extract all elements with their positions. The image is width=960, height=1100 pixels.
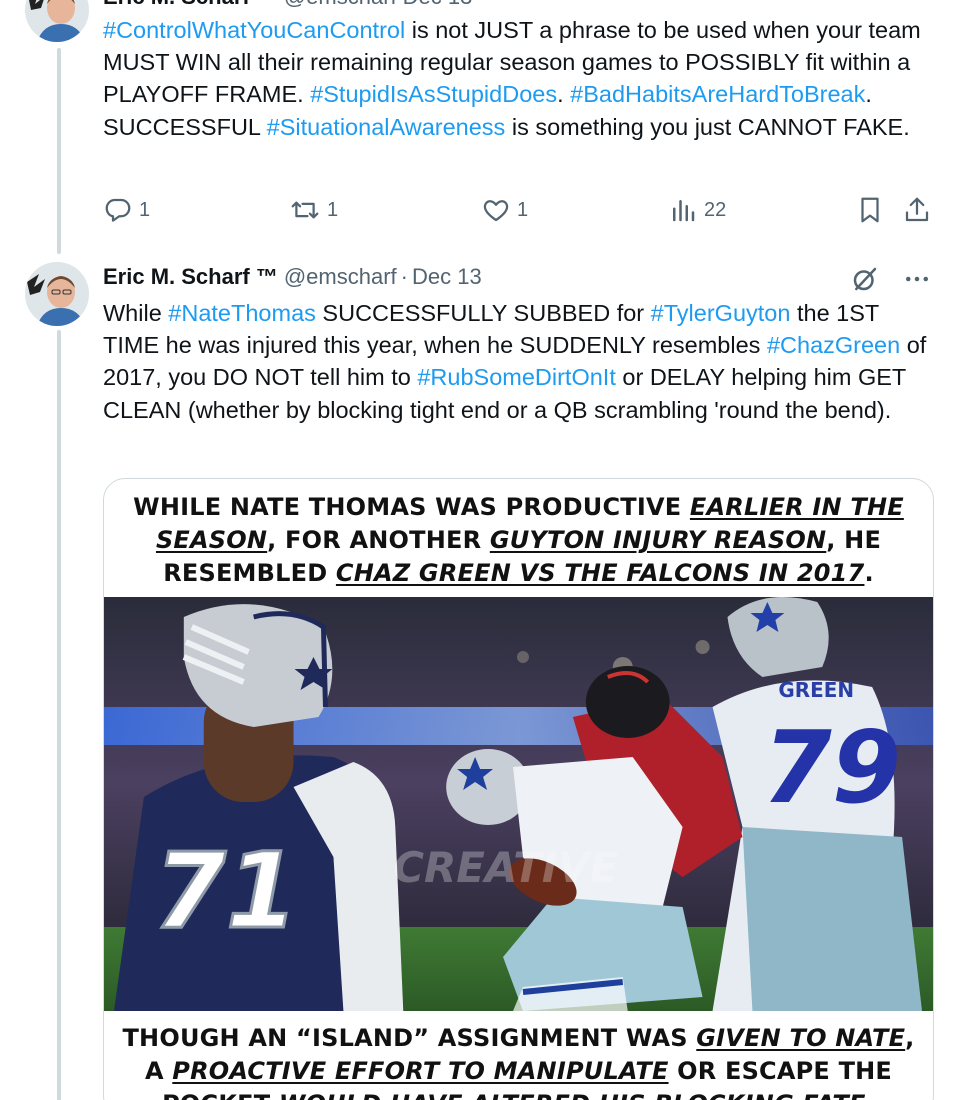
bookmark-icon: [861, 197, 879, 223]
jersey-number-left: 71: [154, 832, 298, 952]
avatar-photo: [25, 262, 89, 326]
hashtag-link[interactable]: #BadHabitsAreHardToBreak: [570, 81, 865, 107]
reply-button[interactable]: 1: [103, 193, 150, 227]
caption-segment: WHILE NATE THOMAS WAS PRODUCTIVE: [133, 493, 690, 521]
tweet-date[interactable]: Dec 13: [403, 0, 473, 10]
caption-emphasis: GUYTON INJURY REASON: [489, 526, 827, 554]
like-icon: [483, 200, 509, 222]
hashtag-link[interactable]: #TylerGuyton: [651, 300, 791, 326]
share-button[interactable]: [902, 193, 932, 227]
caption-emphasis: GIVEN TO NATE: [696, 1024, 906, 1052]
hashtag-link[interactable]: #SituationalAwareness: [267, 114, 506, 140]
share-icon: [905, 197, 929, 222]
tweet-text-segment: While: [103, 300, 169, 326]
tweet-header: Eric M. Scharf ™ @emscharf · Dec 13: [103, 264, 932, 291]
handle[interactable]: @emscharf: [284, 0, 397, 10]
media-card[interactable]: WHILE NATE THOMAS WAS PRODUCTIVE EARLIER…: [103, 478, 934, 1100]
caption-segment: .: [864, 559, 874, 587]
views-icon: [673, 200, 695, 222]
jersey-nameplate: GREEN: [778, 678, 854, 702]
repost-button[interactable]: 1: [289, 193, 338, 227]
tweet-text-segment: SUCCESSFULLY SUBBED for: [315, 300, 651, 326]
hashtag-link[interactable]: #StupidIsAsStupidDoes: [310, 81, 557, 107]
repost-count: 1: [327, 198, 339, 221]
caption-segment: THOUGH AN “ISLAND” ASSIGNMENT WAS: [122, 1024, 697, 1052]
header-actions: [850, 264, 932, 294]
thread-connector-line: [57, 48, 61, 254]
image-caption-bottom: THOUGH AN “ISLAND” ASSIGNMENT WAS GIVEN …: [104, 1011, 933, 1100]
caption-segment: .: [866, 1090, 875, 1100]
separator-dot: ·: [400, 264, 408, 289]
reply-count: 1: [139, 198, 151, 221]
tweet-date[interactable]: Dec 13: [412, 264, 482, 290]
jersey-number-right: 79: [762, 709, 901, 826]
photo-watermark: CREATIVE: [393, 843, 619, 892]
hashtag-link[interactable]: #ChazGreen: [767, 332, 900, 358]
tweet-text: #ControlWhatYouCanControl is not JUST a …: [103, 14, 930, 143]
tweet-text-segment: is something you just CANNOT FAKE.: [505, 113, 910, 140]
thread-connector-line: [57, 330, 61, 1100]
display-name[interactable]: Eric M. Scharf ™: [103, 0, 278, 10]
like-count: 1: [517, 198, 529, 221]
handle[interactable]: @emscharf: [284, 264, 397, 290]
football-photo[interactable]: 71 GREEN 79 CREATIVE: [104, 597, 933, 1011]
tweet-text-segment: .: [557, 81, 571, 108]
avatar-photo: [25, 0, 89, 42]
views-count: 22: [704, 198, 727, 221]
caption-segment: , FOR ANOTHER: [267, 526, 490, 554]
hashtag-link[interactable]: #ControlWhatYouCanControl: [103, 17, 405, 43]
caption-emphasis: PROACTIVE EFFORT TO MANIPULATE: [172, 1057, 669, 1085]
image-caption-top: WHILE NATE THOMAS WAS PRODUCTIVE EARLIER…: [104, 479, 933, 597]
caption-emphasis: WOULD HAVE ALTERED HIS BLOCKING FATE: [279, 1090, 866, 1100]
display-name[interactable]: Eric M. Scharf ™: [103, 264, 278, 290]
avatar[interactable]: [25, 0, 89, 42]
like-button[interactable]: 1: [481, 193, 528, 227]
grok-icon[interactable]: [850, 264, 880, 294]
reply-icon: [105, 198, 131, 222]
avatar[interactable]: [25, 262, 89, 326]
action-bar: 1 1 1 22: [103, 193, 932, 227]
hashtag-link[interactable]: #NateThomas: [168, 300, 316, 326]
views-button[interactable]: 22: [668, 193, 726, 227]
repost-icon: [291, 201, 319, 219]
bookmark-button[interactable]: [855, 193, 885, 227]
tweet-header: Eric M. Scharf ™ @emscharf Dec 13: [103, 0, 932, 10]
hashtag-link[interactable]: #RubSomeDirtOnIt: [417, 364, 616, 390]
more-icon[interactable]: [902, 264, 932, 294]
tweet-text: While #NateThomas SUCCESSFULLY SUBBED fo…: [103, 297, 930, 426]
caption-emphasis: CHAZ GREEN VS THE FALCONS IN 2017: [335, 559, 865, 587]
